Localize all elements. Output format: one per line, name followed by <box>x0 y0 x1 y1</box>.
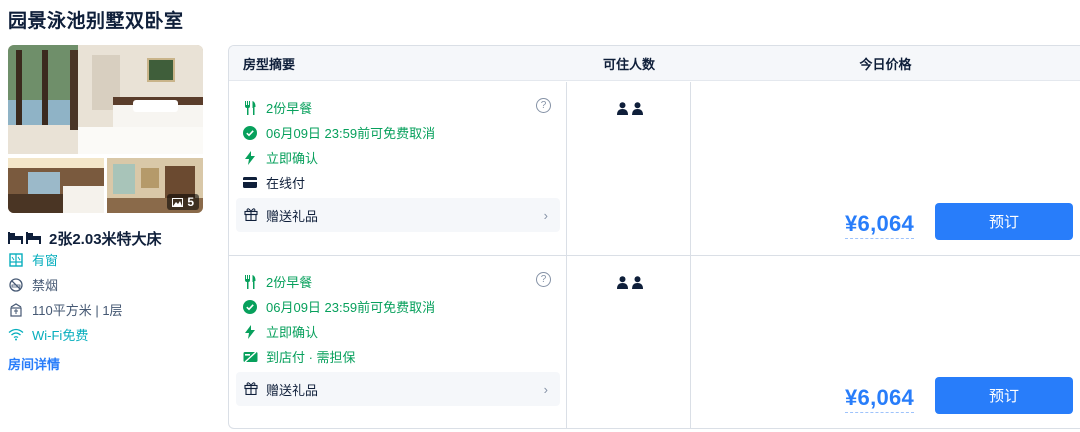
room-title: 园景泳池别墅双卧室 <box>8 11 184 32</box>
header-summary: 房型摘要 <box>243 56 296 72</box>
person-icon <box>632 102 643 120</box>
feature-no-smoking: 禁烟 <box>8 275 58 294</box>
help-icon[interactable]: ? <box>536 98 551 113</box>
table-header: 房型摘要 可住人数 今日价格 <box>229 46 1080 81</box>
area-icon <box>8 302 24 318</box>
check-circle-icon <box>242 299 258 315</box>
occupancy-cell <box>567 256 691 428</box>
photo-count-badge[interactable]: 5 <box>167 194 199 210</box>
gift-icon <box>244 207 258 224</box>
policy-instant-confirm: 立即确认 <box>242 322 318 341</box>
image-icon <box>172 197 184 207</box>
gift-row[interactable]: 赠送礼品 › <box>236 372 560 406</box>
person-icon <box>617 276 628 294</box>
policy-instant-confirm: 立即确认 <box>242 148 318 167</box>
bed-info: 2张2.03米特大床 <box>8 228 162 249</box>
room-photo-main[interactable] <box>8 45 203 154</box>
feature-area: 110平方米 | 1层 <box>8 300 123 319</box>
policy-free-cancel: 06月09日 23:59前可免费取消 <box>242 297 435 316</box>
policy-breakfast: 2份早餐 <box>242 272 312 291</box>
lightning-icon <box>242 324 258 340</box>
chevron-right-icon: › <box>543 381 548 397</box>
rate-row: 2份早餐 ? 06月09日 23:59前可免费取消 立即确认 在线付 赠送礼品 … <box>229 82 1080 255</box>
room-photo-gallery[interactable]: 5 <box>8 45 203 214</box>
feature-wifi: Wi-Fi免费 <box>8 325 88 344</box>
price-cell: ¥6,064 预订 <box>691 82 1080 255</box>
occupancy-cell <box>567 82 691 255</box>
occupancy-people <box>617 276 643 294</box>
policy-free-cancel: 06月09日 23:59前可免费取消 <box>242 123 435 142</box>
card-icon <box>242 175 258 191</box>
book-button[interactable]: 预订 <box>935 377 1073 414</box>
pay-at-hotel-icon <box>242 349 258 365</box>
policy-payment: 到店付 · 需担保 <box>242 347 356 366</box>
person-icon <box>632 276 643 294</box>
gift-row[interactable]: 赠送礼品 › <box>236 198 560 232</box>
window-icon <box>8 252 24 268</box>
check-circle-icon <box>242 125 258 141</box>
lightning-icon <box>242 150 258 166</box>
no-smoking-icon <box>8 277 24 293</box>
price: ¥6,064 <box>845 385 915 413</box>
price-cell: ¥6,064 预订 <box>691 256 1080 428</box>
photo-count: 5 <box>187 195 194 209</box>
room-details-link[interactable]: 房间详情 <box>8 354 60 373</box>
policy-breakfast: 2份早餐 <box>242 98 312 117</box>
bed-icon <box>8 230 42 248</box>
wifi-icon <box>8 327 24 343</box>
occupancy-people <box>617 102 643 120</box>
price: ¥6,064 <box>845 211 915 239</box>
cutlery-icon <box>242 100 258 116</box>
rate-plan-table: 房型摘要 可住人数 今日价格 2份早餐 ? 06月09日 23:59前可免费取消 <box>228 45 1080 429</box>
chevron-right-icon: › <box>543 207 548 223</box>
gift-icon <box>244 381 258 398</box>
bed-label: 2张2.03米特大床 <box>49 231 162 248</box>
header-price: 今日价格 <box>859 56 912 72</box>
cutlery-icon <box>242 274 258 290</box>
room-photo-thumb[interactable]: 5 <box>107 158 203 213</box>
person-icon <box>617 102 628 120</box>
rate-row: 2份早餐 ? 06月09日 23:59前可免费取消 立即确认 到店付 · 需担保 <box>229 255 1080 428</box>
help-icon[interactable]: ? <box>536 272 551 287</box>
room-photo-thumb[interactable] <box>8 158 104 213</box>
policy-payment: 在线付 <box>242 173 305 192</box>
rate-summary-cell: 2份早餐 ? 06月09日 23:59前可免费取消 立即确认 到店付 · 需担保 <box>229 256 567 428</box>
rate-summary-cell: 2份早餐 ? 06月09日 23:59前可免费取消 立即确认 在线付 赠送礼品 … <box>229 82 567 255</box>
book-button[interactable]: 预订 <box>935 203 1073 240</box>
header-occupancy: 可住人数 <box>602 56 655 72</box>
feature-window: 有窗 <box>8 250 58 269</box>
